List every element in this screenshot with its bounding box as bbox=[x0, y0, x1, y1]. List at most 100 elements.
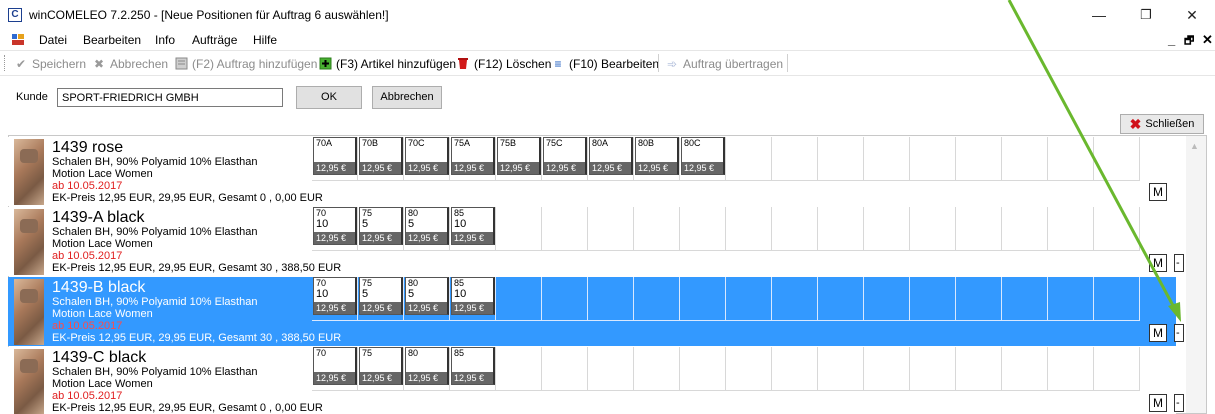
delete-button[interactable]: (F12) Löschen bbox=[456, 56, 551, 72]
size-cell[interactable] bbox=[910, 207, 956, 251]
size-cell[interactable]: 70C 12,95 € bbox=[404, 137, 450, 181]
size-cell[interactable]: 80A 12,95 € bbox=[588, 137, 634, 181]
size-box[interactable]: 75 5 12,95 € bbox=[359, 277, 403, 315]
size-cell[interactable] bbox=[680, 207, 726, 251]
size-cell[interactable]: 80 5 12,95 € bbox=[404, 207, 450, 251]
size-cell[interactable] bbox=[496, 347, 542, 391]
m-button[interactable]: M bbox=[1149, 324, 1167, 342]
size-box[interactable]: 85 10 12,95 € bbox=[451, 207, 495, 245]
size-cell[interactable] bbox=[910, 277, 956, 321]
size-cell[interactable] bbox=[634, 347, 680, 391]
size-cell[interactable]: 85 10 12,95 € bbox=[450, 207, 496, 251]
size-cell[interactable] bbox=[726, 347, 772, 391]
size-cell[interactable] bbox=[818, 207, 864, 251]
size-cell[interactable]: 75B 12,95 € bbox=[496, 137, 542, 181]
toolbar-grip[interactable] bbox=[4, 55, 7, 71]
size-box[interactable]: 70 10 12,95 € bbox=[313, 277, 357, 315]
add-article-button[interactable]: (F3) Artikel hinzufügen bbox=[318, 56, 456, 72]
cancel-button[interactable]: Abbrechen bbox=[372, 86, 442, 109]
close-panel-button[interactable]: ✖ Schließen bbox=[1120, 114, 1204, 134]
size-cell[interactable] bbox=[1094, 347, 1140, 391]
size-cell[interactable] bbox=[1094, 207, 1140, 251]
size-cell[interactable] bbox=[542, 347, 588, 391]
menu-hilfe[interactable]: Hilfe bbox=[253, 33, 277, 47]
size-box[interactable]: 75B 12,95 € bbox=[497, 137, 541, 175]
menu-auftraege[interactable]: Aufträge bbox=[192, 33, 237, 47]
size-cell[interactable] bbox=[726, 277, 772, 321]
table-row[interactable]: 1439-A black Schalen BH, 90% Polyamid 10… bbox=[8, 207, 1184, 276]
size-cell[interactable] bbox=[726, 207, 772, 251]
size-box[interactable]: 70 10 12,95 € bbox=[313, 207, 357, 245]
size-box[interactable]: 85 10 12,95 € bbox=[451, 277, 495, 315]
table-row[interactable]: 1439-B black Schalen BH, 90% Polyamid 10… bbox=[8, 277, 1184, 346]
size-box[interactable]: 80 5 12,95 € bbox=[405, 207, 449, 245]
size-cell[interactable]: 75 5 12,95 € bbox=[358, 207, 404, 251]
add-order-button[interactable]: (F2) Auftrag hinzufügen bbox=[174, 56, 317, 72]
size-cell[interactable] bbox=[956, 207, 1002, 251]
size-cell[interactable] bbox=[818, 347, 864, 391]
size-box[interactable]: 80 5 12,95 € bbox=[405, 277, 449, 315]
size-cell[interactable] bbox=[1048, 277, 1094, 321]
size-box[interactable]: 80C 12,95 € bbox=[681, 137, 725, 175]
size-cell[interactable] bbox=[864, 207, 910, 251]
row-edge-button[interactable]: - bbox=[1174, 324, 1184, 342]
size-cell[interactable] bbox=[1002, 137, 1048, 181]
size-cell[interactable] bbox=[772, 137, 818, 181]
size-cell[interactable] bbox=[1048, 347, 1094, 391]
size-cell[interactable] bbox=[910, 347, 956, 391]
size-cell[interactable] bbox=[772, 277, 818, 321]
size-cell[interactable] bbox=[1048, 137, 1094, 181]
size-cell[interactable] bbox=[680, 277, 726, 321]
m-button[interactable]: M bbox=[1149, 183, 1167, 201]
size-box[interactable]: 80 12,95 € bbox=[405, 347, 449, 385]
size-cell[interactable] bbox=[726, 137, 772, 181]
size-cell[interactable] bbox=[864, 137, 910, 181]
size-cell[interactable] bbox=[1002, 347, 1048, 391]
size-cell[interactable] bbox=[956, 347, 1002, 391]
size-cell[interactable] bbox=[864, 277, 910, 321]
size-cell[interactable] bbox=[1002, 207, 1048, 251]
mdi-close-button[interactable]: ✕ bbox=[1202, 32, 1213, 48]
size-cell[interactable] bbox=[496, 277, 542, 321]
size-cell[interactable] bbox=[818, 137, 864, 181]
size-cell[interactable]: 85 12,95 € bbox=[450, 347, 496, 391]
m-button[interactable]: M bbox=[1149, 394, 1167, 412]
mdi-restore-button[interactable]: 🗗 bbox=[1184, 32, 1194, 51]
restore-button[interactable]: ❐ bbox=[1126, 4, 1166, 26]
size-cell[interactable]: 80B 12,95 € bbox=[634, 137, 680, 181]
size-cell[interactable] bbox=[542, 207, 588, 251]
size-cell[interactable] bbox=[910, 137, 956, 181]
mdi-minimize-button[interactable]: _ bbox=[1168, 32, 1175, 47]
size-cell[interactable]: 70 10 12,95 € bbox=[312, 277, 358, 321]
size-cell[interactable]: 80 5 12,95 € bbox=[404, 277, 450, 321]
row-edge-button[interactable]: - bbox=[1174, 254, 1184, 272]
size-cell[interactable] bbox=[1094, 277, 1140, 321]
size-box[interactable]: 75 5 12,95 € bbox=[359, 207, 403, 245]
menu-bearbeiten[interactable]: Bearbeiten bbox=[83, 33, 141, 47]
size-cell[interactable]: 70 12,95 € bbox=[312, 347, 358, 391]
cancel-toolbar-button[interactable]: ✖ Abbrechen bbox=[92, 56, 168, 72]
size-cell[interactable] bbox=[496, 207, 542, 251]
size-box[interactable]: 70B 12,95 € bbox=[359, 137, 403, 175]
size-cell[interactable] bbox=[864, 347, 910, 391]
size-cell[interactable]: 75 12,95 € bbox=[358, 347, 404, 391]
save-button[interactable]: ✔ Speichern bbox=[14, 56, 86, 72]
size-cell[interactable] bbox=[634, 207, 680, 251]
size-box[interactable]: 70 12,95 € bbox=[313, 347, 357, 385]
m-button[interactable]: M bbox=[1149, 254, 1167, 272]
table-row[interactable]: 1439-C black Schalen BH, 90% Polyamid 10… bbox=[8, 347, 1184, 414]
size-cell[interactable] bbox=[680, 347, 726, 391]
scroll-up-arrow-icon[interactable]: ▲ bbox=[1190, 141, 1199, 151]
close-window-button[interactable]: ✕ bbox=[1172, 4, 1212, 26]
size-box[interactable]: 85 12,95 € bbox=[451, 347, 495, 385]
size-cell[interactable] bbox=[772, 347, 818, 391]
size-cell[interactable] bbox=[956, 137, 1002, 181]
size-box[interactable]: 75C 12,95 € bbox=[543, 137, 587, 175]
size-box[interactable]: 70A 12,95 € bbox=[313, 137, 357, 175]
menu-datei[interactable]: Datei bbox=[39, 33, 67, 47]
size-cell[interactable] bbox=[542, 277, 588, 321]
size-cell[interactable]: 80 12,95 € bbox=[404, 347, 450, 391]
size-cell[interactable]: 80C 12,95 € bbox=[680, 137, 726, 181]
size-cell[interactable]: 70 10 12,95 € bbox=[312, 207, 358, 251]
size-cell[interactable] bbox=[1048, 207, 1094, 251]
